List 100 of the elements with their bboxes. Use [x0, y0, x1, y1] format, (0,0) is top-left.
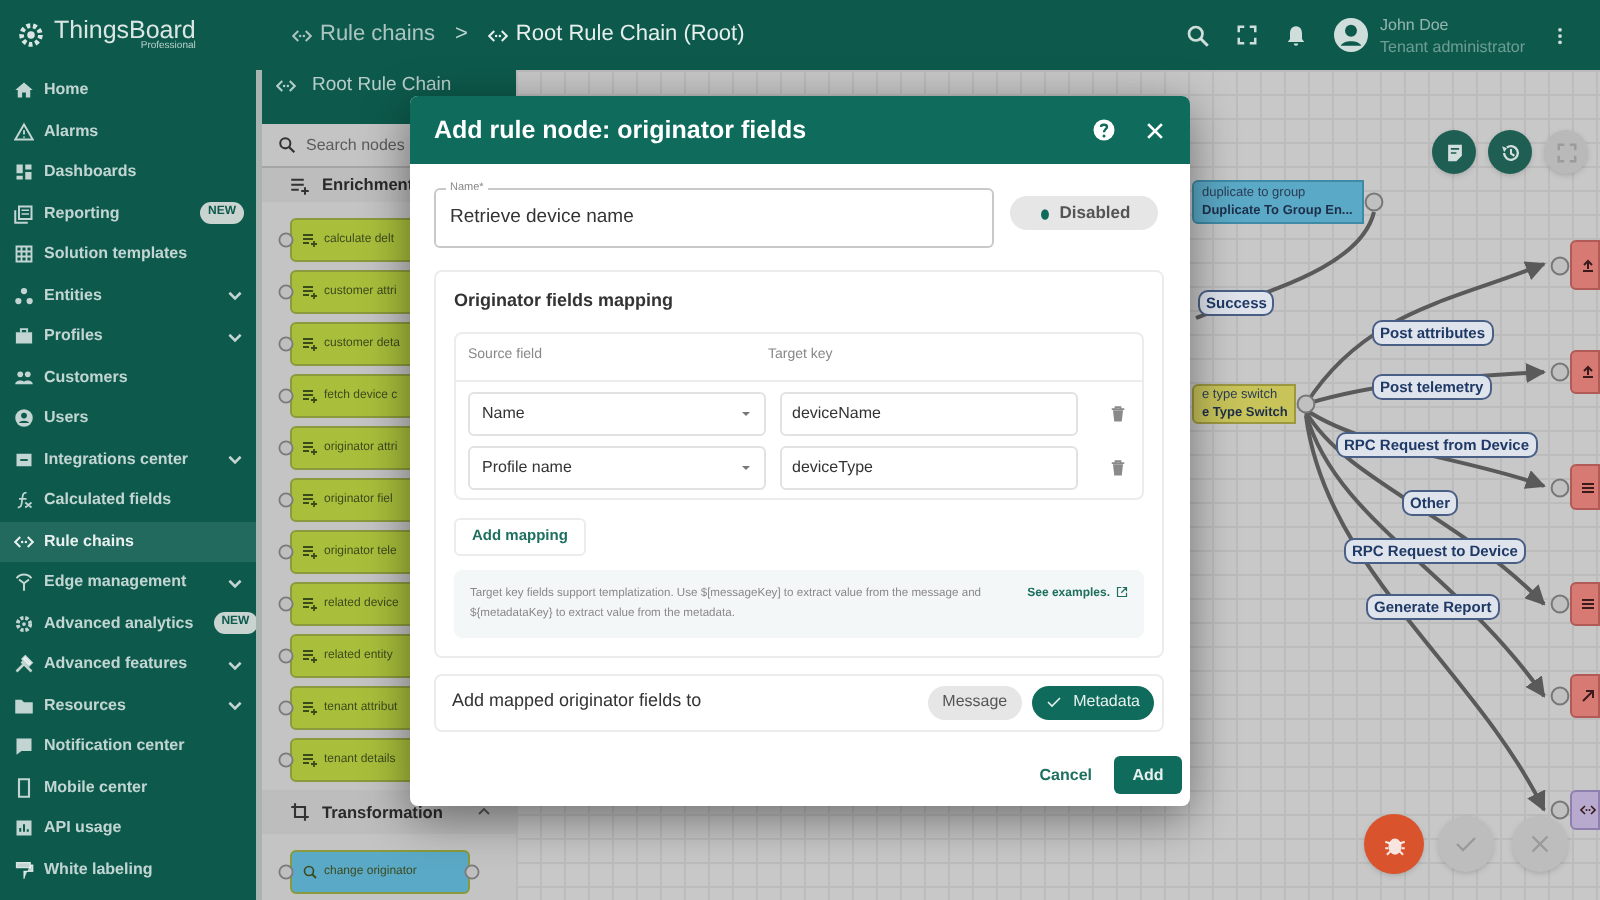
search-icon — [278, 136, 296, 154]
port-circle-icon — [1296, 394, 1316, 414]
notifications-icon[interactable] — [1284, 23, 1308, 47]
folder-icon — [14, 695, 34, 716]
port-circle-icon — [1550, 686, 1570, 706]
sidebar-item[interactable]: Users — [0, 398, 256, 439]
close-icon[interactable] — [1144, 119, 1166, 141]
list-plus-icon — [302, 700, 318, 716]
grid-icon — [14, 244, 34, 265]
sidebar-item[interactable]: Mobile center — [0, 767, 256, 808]
port-circle-icon — [1550, 477, 1570, 497]
antenna-icon — [14, 572, 34, 593]
port-circle-icon — [278, 284, 294, 300]
arrow-icon — [1579, 688, 1595, 704]
port-circle-icon — [278, 336, 294, 352]
dashboard-icon — [14, 162, 34, 183]
bug-button[interactable] — [1364, 814, 1424, 874]
port-circle-icon — [278, 752, 294, 768]
toggle-chip[interactable]: Metadata — [1031, 685, 1154, 719]
crop-icon — [290, 802, 310, 822]
upload-icon — [1579, 257, 1595, 273]
port-circle-icon — [278, 700, 294, 716]
sidebar-item[interactable]: Customers — [0, 357, 256, 398]
port-circle-icon — [1364, 192, 1384, 212]
sidebar-item[interactable]: White labeling — [0, 849, 256, 890]
people-icon — [14, 367, 34, 388]
user-name: John Doe — [1380, 13, 1451, 35]
port-circle-icon — [278, 596, 294, 612]
sidebar-item[interactable]: Integrations center — [0, 439, 256, 480]
target-key-field[interactable]: deviceName — [780, 391, 1078, 435]
port-circle-icon — [278, 648, 294, 664]
sidebar-item[interactable]: API usage — [0, 808, 256, 849]
port-circle-icon — [278, 232, 294, 248]
sidebar-item[interactable]: Rule chains — [0, 521, 256, 562]
source-field-select[interactable]: Profile name — [468, 445, 766, 489]
sidebar-item[interactable]: Alarms — [0, 111, 256, 152]
check-icon — [1454, 832, 1478, 856]
cancel-button[interactable]: Cancel — [1029, 757, 1102, 793]
briefcase-icon — [14, 326, 34, 347]
history-button[interactable] — [1488, 130, 1532, 174]
chevron-down-icon — [226, 450, 244, 469]
sidebar-item[interactable]: Edge management — [0, 562, 256, 603]
sidebar-item[interactable]: Notification center — [0, 726, 256, 767]
code-brackets-icon — [14, 531, 34, 552]
setting-label: Add mapped originator fields to — [452, 688, 704, 715]
sidebar-item[interactable]: Entities — [0, 275, 256, 316]
port-circle-icon — [278, 388, 294, 404]
sidebar-item[interactable]: Resources — [0, 685, 256, 726]
phone-icon — [14, 777, 34, 798]
warning-icon — [14, 121, 34, 142]
dropdown-caret-icon — [740, 407, 752, 419]
avatar-icon[interactable] — [1334, 18, 1368, 52]
delete-icon[interactable] — [1108, 403, 1128, 423]
help-icon[interactable] — [1092, 118, 1116, 142]
external-link-icon — [1116, 585, 1128, 597]
fullscreen-icon[interactable] — [1236, 24, 1258, 46]
chart-icon — [14, 818, 34, 839]
lines-icon — [1579, 596, 1595, 612]
user-role: Tenant administrator — [1380, 35, 1527, 57]
paint-roller-icon — [14, 859, 34, 880]
sidebar-item[interactable]: Profiles — [0, 316, 256, 357]
sidebar-item[interactable]: Calculated fields — [0, 480, 256, 521]
add-button[interactable]: Add — [1114, 756, 1182, 794]
breadcrumb-separator: > — [454, 20, 468, 51]
chevron-down-icon — [226, 696, 244, 715]
sidebar-item[interactable]: Home — [0, 70, 256, 111]
debug-button[interactable]: Disabled — [1010, 196, 1158, 230]
port-circle-icon — [278, 864, 294, 880]
breadcrumb-link[interactable]: Root Rule Chain (Root) — [487, 18, 745, 52]
breadcrumb-link[interactable]: Rule chains — [292, 18, 435, 52]
code-brackets-icon — [1579, 802, 1595, 818]
sidebar-item[interactable]: Advanced features — [0, 644, 256, 685]
home-icon — [14, 80, 34, 101]
port-circle-icon — [1550, 362, 1570, 382]
port-circle-icon — [278, 440, 294, 456]
gear-logo-icon — [16, 20, 46, 50]
function-icon — [14, 490, 34, 511]
list-plus-icon — [302, 440, 318, 456]
list-plus-icon — [302, 596, 318, 612]
list-plus-icon — [302, 336, 318, 352]
code-brackets-icon — [292, 25, 312, 45]
code-brackets-icon — [276, 76, 296, 96]
sidebar-item[interactable]: Solution templates — [0, 234, 256, 275]
report-icon — [14, 203, 34, 224]
port-circle-icon — [1550, 255, 1570, 275]
sidebar-item[interactable]: Dashboards — [0, 152, 256, 193]
port-circle-icon — [278, 492, 294, 508]
target-key-field[interactable]: deviceType — [780, 445, 1078, 489]
search-icon[interactable] — [1186, 23, 1210, 47]
section-title: Originator fields mapping — [454, 288, 676, 314]
tools-icon — [14, 654, 34, 675]
toggle-chip[interactable]: Message — [928, 685, 1022, 719]
notes-icon — [1443, 141, 1465, 163]
notes-button[interactable] — [1432, 130, 1476, 174]
fullscreen-icon — [1555, 141, 1577, 163]
search-field[interactable]: Search nodes — [306, 133, 410, 157]
app-logo-text: ThingsBoard — [54, 17, 196, 43]
source-field-select[interactable]: Name — [468, 391, 766, 435]
delete-icon[interactable] — [1108, 457, 1128, 477]
list-plus-icon — [302, 544, 318, 560]
